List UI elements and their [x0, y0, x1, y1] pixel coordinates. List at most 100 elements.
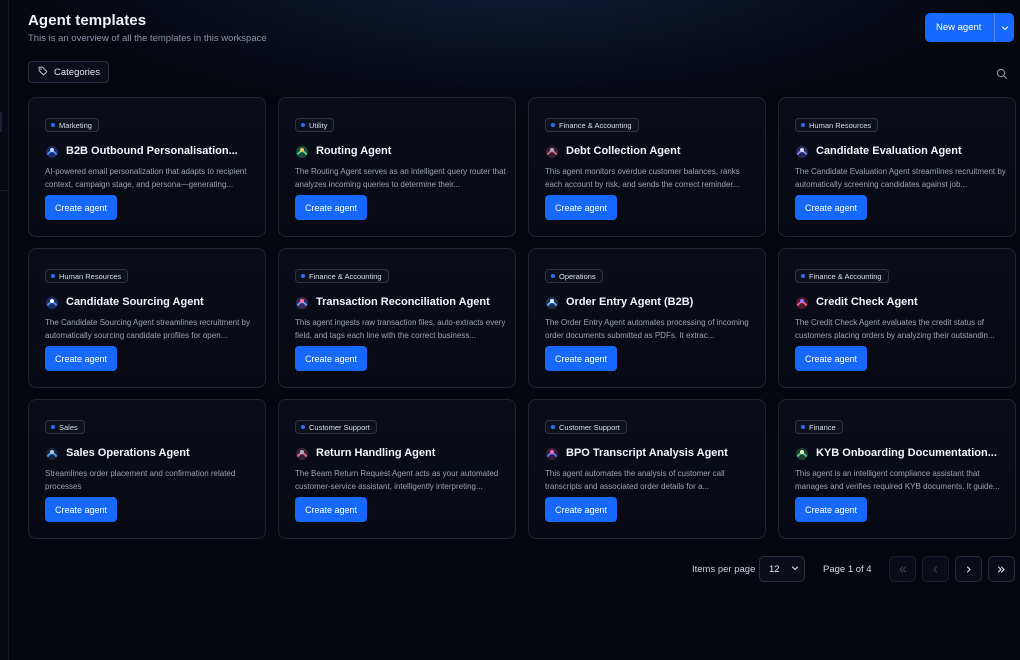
template-name: Transaction Reconciliation Agent — [316, 296, 490, 308]
create-agent-button[interactable]: Create agent — [545, 497, 617, 522]
tag-dot — [801, 425, 805, 429]
template-name: B2B Outbound Personalisation... — [66, 145, 238, 157]
template-card: Human Resources Candidate Evaluation Age… — [778, 97, 1016, 237]
category-tag-label: Marketing — [59, 120, 92, 130]
category-tag-label: Human Resources — [809, 120, 872, 130]
category-tag: Human Resources — [795, 118, 879, 132]
new-agent-button[interactable]: New agent — [925, 13, 1014, 42]
category-tag: Customer Support — [545, 420, 627, 434]
category-tag-label: Finance & Accounting — [809, 271, 882, 281]
items-per-page-value: 12 — [769, 563, 780, 575]
create-agent-button[interactable]: Create agent — [45, 195, 117, 220]
categories-button[interactable]: Categories — [28, 61, 109, 83]
create-agent-button[interactable]: Create agent — [795, 195, 867, 220]
first-page-button[interactable] — [889, 556, 916, 582]
create-agent-button[interactable]: Create agent — [545, 346, 617, 371]
template-description: The Order Entry Agent automates processi… — [545, 318, 749, 340]
agent-avatar-icon — [295, 296, 309, 310]
previous-page-button[interactable] — [922, 556, 949, 582]
category-tag-label: Customer Support — [559, 422, 620, 432]
tag-dot — [301, 123, 305, 127]
category-tag: Marketing — [45, 118, 99, 132]
template-description: Streamlines order placement and confirma… — [45, 469, 236, 491]
category-tag-label: Finance & Accounting — [559, 120, 632, 130]
create-agent-button[interactable]: Create agent — [45, 346, 117, 371]
agent-avatar-icon — [45, 447, 59, 461]
double-chevron-right-icon — [998, 566, 1005, 572]
main-content: Agent templates This is an overview of a… — [28, 0, 1016, 660]
create-agent-button[interactable]: Create agent — [295, 195, 367, 220]
agent-avatar-icon — [545, 296, 559, 310]
chevron-down-icon — [791, 564, 799, 575]
category-tag-label: Finance & Accounting — [309, 271, 382, 281]
create-agent-button[interactable]: Create agent — [795, 346, 867, 371]
tag-dot — [801, 274, 805, 278]
page-indicator: Page 1 of 4 — [823, 564, 872, 575]
category-tag: Finance & Accounting — [295, 269, 389, 283]
create-agent-button[interactable]: Create agent — [45, 497, 117, 522]
chevron-down-icon[interactable] — [995, 24, 1014, 32]
template-card: Finance & Accounting Transaction Reconci… — [278, 248, 516, 388]
category-tag-label: Finance — [809, 422, 836, 432]
category-tag: Finance — [795, 420, 843, 434]
double-chevron-left-icon — [899, 566, 906, 572]
agent-avatar-icon — [545, 447, 559, 461]
tag-dot — [301, 274, 305, 278]
tag-dot — [51, 425, 55, 429]
template-description: The Routing Agent serves as an intellige… — [295, 167, 506, 189]
categories-label: Categories — [54, 66, 100, 78]
tag-dot — [51, 274, 55, 278]
category-tag-label: Sales — [59, 422, 78, 432]
category-tag: Finance & Accounting — [795, 269, 889, 283]
chevron-right-icon — [967, 566, 971, 572]
create-agent-button[interactable]: Create agent — [795, 497, 867, 522]
template-card: Customer Support Return Handling Agent T… — [278, 399, 516, 539]
items-per-page-select[interactable]: 12 — [759, 556, 805, 582]
template-name: Order Entry Agent (B2B) — [566, 296, 694, 308]
tag-dot — [551, 123, 555, 127]
pagination: Items per page 12 Page 1 of 4 — [28, 555, 1016, 583]
template-name: Sales Operations Agent — [66, 447, 190, 459]
template-name: Routing Agent — [316, 145, 392, 157]
template-name: Credit Check Agent — [816, 296, 918, 308]
template-card: Sales Sales Operations Agent Streamlines… — [28, 399, 266, 539]
agent-avatar-icon — [295, 447, 309, 461]
category-tag: Operations — [545, 269, 603, 283]
next-page-button[interactable] — [955, 556, 982, 582]
template-name: Return Handling Agent — [316, 447, 436, 459]
template-description: AI-powered email personalization that ad… — [45, 167, 247, 189]
page-subtitle: This is an overview of all the templates… — [28, 33, 267, 44]
category-tag: Customer Support — [295, 420, 377, 434]
template-name: BPO Transcript Analysis Agent — [566, 447, 728, 459]
search-icon[interactable] — [996, 67, 1008, 79]
create-agent-button[interactable]: Create agent — [545, 195, 617, 220]
tag-dot — [801, 123, 805, 127]
template-card: Human Resources Candidate Sourcing Agent… — [28, 248, 266, 388]
template-description: This agent monitors overdue customer bal… — [545, 167, 740, 189]
template-card: Finance & Accounting Credit Check Agent … — [778, 248, 1016, 388]
agent-avatar-icon — [795, 296, 809, 310]
template-name: Debt Collection Agent — [566, 145, 681, 157]
category-tag-label: Utility — [309, 120, 328, 130]
template-name: Candidate Evaluation Agent — [816, 145, 962, 157]
new-agent-label: New agent — [936, 22, 982, 33]
agent-avatar-icon — [795, 447, 809, 461]
left-rail — [0, 0, 9, 660]
items-per-page-label: Items per page — [692, 564, 756, 575]
create-agent-button[interactable]: Create agent — [295, 497, 367, 522]
tag-dot — [51, 123, 55, 127]
tag-icon — [38, 66, 48, 79]
template-card: Finance & Accounting Debt Collection Age… — [528, 97, 766, 237]
template-card: Utility Routing Agent The Routing Agent … — [278, 97, 516, 237]
rail-divider — [0, 190, 9, 191]
last-page-button[interactable] — [988, 556, 1015, 582]
template-card: Customer Support BPO Transcript Analysis… — [528, 399, 766, 539]
create-agent-button[interactable]: Create agent — [295, 346, 367, 371]
agent-avatar-icon — [545, 145, 559, 159]
agent-avatar-icon — [45, 296, 59, 310]
category-tag-label: Operations — [559, 271, 596, 281]
agent-avatar-icon — [295, 145, 309, 159]
template-card: Operations Order Entry Agent (B2B) The O… — [528, 248, 766, 388]
template-description: This agent is an intelligent compliance … — [795, 469, 1000, 491]
agent-avatar-icon — [45, 145, 59, 159]
